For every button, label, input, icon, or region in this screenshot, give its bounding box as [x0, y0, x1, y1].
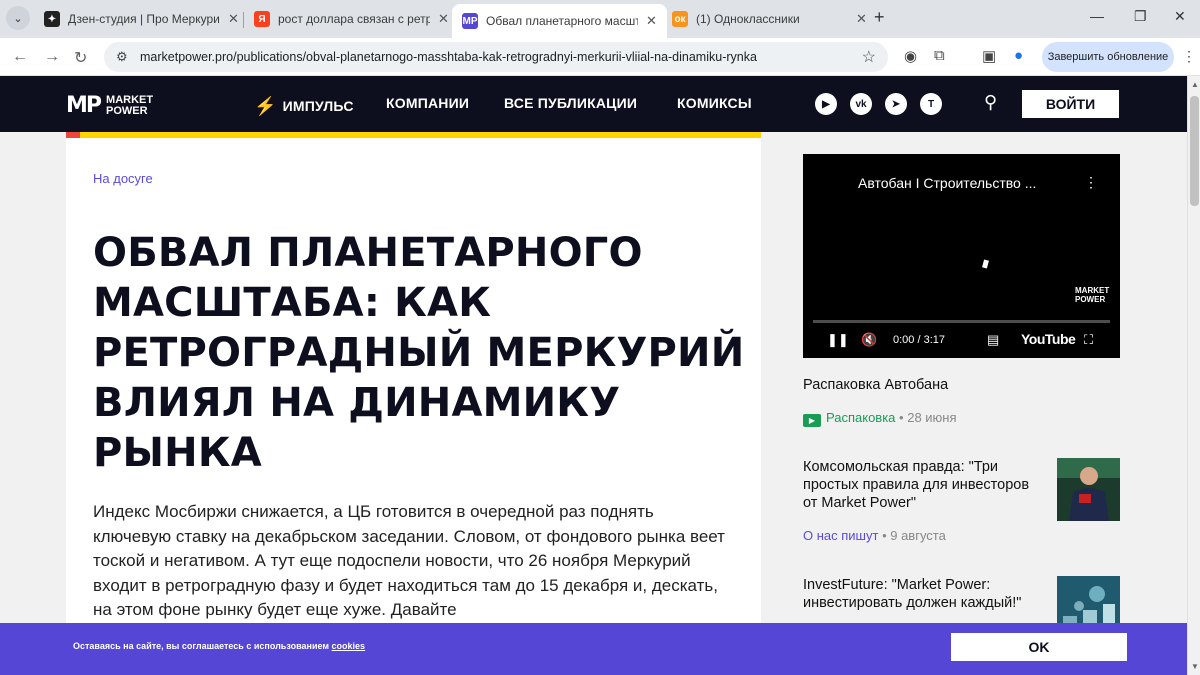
cookie-message: Оставаясь на сайте, вы соглашаетесь с ис…	[73, 641, 330, 651]
watermark-line: POWER	[1075, 295, 1106, 304]
loading-spinner-icon	[982, 259, 989, 269]
new-tab-icon[interactable]: +	[874, 7, 885, 28]
site-logo[interactable]: MP MARKET POWER	[66, 93, 153, 118]
scroll-up-icon[interactable]: ▲	[1191, 80, 1199, 89]
sidebar-item-category[interactable]: Распаковка	[826, 410, 895, 425]
watermark-line: MARKET	[1075, 286, 1110, 295]
lightning-icon: ⚡	[254, 96, 277, 116]
marketpower-icon: MP	[462, 13, 478, 29]
sidebar-item-date: 28 июня	[907, 410, 957, 425]
video-time: 0:00 / 3:17	[893, 334, 945, 346]
back-icon[interactable]: ←	[12, 48, 28, 66]
video-watermark-logo: MARKET POWER	[1075, 286, 1109, 304]
close-icon[interactable]: ✕	[646, 13, 657, 29]
tab-zen-studio[interactable]: ✦ Дзен-студия | Про Меркурий ✕	[34, 4, 249, 34]
address-bar[interactable]: ⚙ marketpower.pro/publications/obval-pla…	[104, 42, 888, 72]
tab-title: (1) Одноклассники	[696, 12, 800, 26]
article-category[interactable]: На досуге	[93, 171, 153, 186]
tab-yandex-search[interactable]: Я рост доллара связан с ретрогр ✕	[244, 4, 459, 34]
bookmark-star-icon[interactable]: ☆	[862, 47, 876, 67]
video-title[interactable]: Автобан I Строительство ...	[858, 175, 1036, 191]
cookie-text: Оставаясь на сайте, вы соглашаетесь с ис…	[73, 641, 365, 651]
vk-icon[interactable]: vk	[850, 93, 872, 115]
vpn-extension-icon[interactable]: ◉	[904, 47, 917, 65]
person-photo-icon	[1057, 458, 1120, 521]
scroll-down-icon[interactable]: ▼	[1191, 662, 1199, 671]
article-lead: Индекс Мосбиржи снижается, а ЦБ готовитс…	[93, 502, 725, 619]
sidebar-item-meta: ▶ Распаковка • 28 июня	[803, 410, 957, 427]
sidebar-item-thumbnail[interactable]	[1057, 458, 1120, 521]
nav-label: ИМПУЛЬС	[282, 98, 354, 114]
cookie-banner: Оставаясь на сайте, вы соглашаетесь с ис…	[0, 623, 1187, 675]
nav-all-publications[interactable]: ВСЕ ПУБЛИКАЦИИ	[504, 95, 637, 111]
mute-icon[interactable]: 🔇	[861, 332, 877, 348]
close-icon[interactable]: ✕	[856, 11, 867, 27]
accent-stripe	[66, 132, 761, 138]
nav-companies[interactable]: КОМПАНИИ	[386, 95, 469, 111]
meta-dot: •	[899, 410, 908, 425]
browser-toolbar: ← → ↻ ⚙ marketpower.pro/publications/obv…	[0, 38, 1200, 76]
nav-comics[interactable]: КОМИКСЫ	[677, 95, 752, 111]
odnoklassniki-icon: ок	[672, 11, 688, 27]
forward-icon[interactable]: →	[44, 48, 60, 66]
accent-stripe-red	[66, 132, 80, 138]
finish-update-button[interactable]: Завершить обновление	[1042, 42, 1174, 72]
tab-search-icon[interactable]: ⌄	[6, 6, 30, 30]
restore-icon[interactable]: ❐	[1134, 8, 1147, 25]
video-player[interactable]: Автобан I Строительство ... ⋮ MARKET POW…	[803, 154, 1120, 358]
reload-icon[interactable]: ↻	[74, 48, 87, 68]
sidebar-item-date: 9 августа	[890, 528, 946, 543]
close-window-icon[interactable]: ✕	[1174, 8, 1186, 25]
cookies-link[interactable]: cookies	[332, 641, 366, 651]
site-info-icon[interactable]: ⚙	[116, 49, 128, 65]
minimize-icon[interactable]: —	[1090, 8, 1104, 24]
video-progress-bar[interactable]	[813, 320, 1110, 323]
cookie-ok-button[interactable]: OK	[951, 633, 1127, 661]
browser-menu-icon[interactable]: ⋮	[1182, 48, 1196, 65]
meta-dot: •	[882, 528, 891, 543]
logo-wordmark: MARKET POWER	[106, 94, 153, 117]
sidebar-item-title[interactable]: Комсомольская правда: "Три простых прави…	[803, 458, 1043, 512]
profile-avatar-icon[interactable]: ●	[1014, 47, 1023, 64]
nav-impulse[interactable]: ⚡ ИМПУЛЬС	[254, 95, 354, 116]
subtitles-icon[interactable]: ▤	[987, 332, 999, 348]
pause-icon[interactable]: ❚❚	[827, 332, 849, 348]
tinkoff-pulse-icon[interactable]: T	[920, 93, 942, 115]
tab-marketpower-article[interactable]: MP Обвал планетарного масштаб ✕	[452, 4, 667, 38]
sidebar-item-title[interactable]: InvestFuture: "Market Power: инвестирова…	[803, 576, 1043, 612]
page-scrollbar[interactable]: ▲ ▼	[1187, 76, 1200, 675]
fullscreen-icon[interactable]: ⛶	[1084, 332, 1093, 348]
close-icon[interactable]: ✕	[438, 11, 449, 27]
close-icon[interactable]: ✕	[228, 11, 239, 27]
logo-text-line: POWER	[106, 104, 148, 117]
search-icon[interactable]: ⚲	[984, 92, 997, 113]
tab-odnoklassniki[interactable]: ок (1) Одноклассники ✕	[662, 4, 877, 34]
tab-title: рост доллара связан с ретрогр	[278, 12, 430, 26]
article-headline: Обвал планетарного масштаба: как ретрогр…	[93, 230, 745, 476]
youtube-icon[interactable]: ▶	[815, 93, 837, 115]
yandex-icon: Я	[254, 11, 270, 27]
url-text[interactable]: marketpower.pro/publications/obval-plane…	[140, 50, 757, 64]
play-icon: ▶	[803, 414, 821, 427]
zen-studio-icon: ✦	[44, 11, 60, 27]
web-page: MP MARKET POWER ⚡ ИМПУЛЬС КОМПАНИИ ВСЕ ПУ…	[0, 76, 1187, 675]
sidebar-item-title[interactable]: Распаковка Автобана	[803, 376, 1121, 394]
tab-title: Дзен-студия | Про Меркурий	[68, 12, 220, 26]
side-panel-icon[interactable]: ▣	[982, 47, 996, 65]
sidebar-item-category[interactable]: О нас пишут	[803, 528, 878, 543]
login-button[interactable]: ВОЙТИ	[1022, 90, 1119, 118]
logo-mark: MP	[66, 93, 102, 118]
scrollbar-thumb[interactable]	[1190, 96, 1199, 206]
video-more-icon[interactable]: ⋮	[1084, 174, 1098, 191]
youtube-logo[interactable]: YouTube	[1021, 331, 1076, 347]
sidebar-item-meta: О нас пишут • 9 августа	[803, 528, 946, 543]
browser-window: ⌄ ✦ Дзен-студия | Про Меркурий ✕ Я рост …	[0, 0, 1200, 675]
tab-title: Обвал планетарного масштаб	[486, 14, 638, 28]
site-header: MP MARKET POWER ⚡ ИМПУЛЬС КОМПАНИИ ВСЕ ПУ…	[0, 76, 1187, 132]
telegram-icon[interactable]: ➤	[885, 93, 907, 115]
tab-bar: ⌄ ✦ Дзен-студия | Про Меркурий ✕ Я рост …	[0, 0, 1200, 38]
article-card: На досуге Обвал планетарного масштаба: к…	[66, 132, 761, 675]
extensions-puzzle-icon[interactable]: ⧉	[934, 47, 945, 64]
